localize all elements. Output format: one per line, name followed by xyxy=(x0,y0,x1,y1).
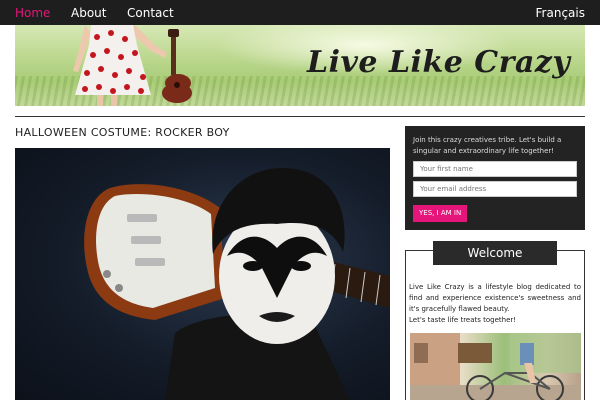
first-name-input[interactable] xyxy=(413,161,577,177)
banner-title: Live Like Crazy xyxy=(307,45,571,80)
welcome-photo-bicycle[interactable] xyxy=(410,333,581,400)
signup-submit-button[interactable]: YES, I AM IN xyxy=(413,205,468,222)
language-switch-link[interactable]: Français xyxy=(536,5,585,21)
nav-about-link[interactable]: About xyxy=(71,5,106,21)
nav-home-link[interactable]: Home xyxy=(15,5,50,21)
top-navigation: Home About Contact Français xyxy=(0,0,600,25)
welcome-title: Welcome xyxy=(433,241,557,265)
header-divider xyxy=(15,116,585,117)
signup-intro-text: Join this crazy creatives tribe. Let's b… xyxy=(413,136,562,155)
newsletter-signup-widget: Join this crazy creatives tribe. Let's b… xyxy=(405,126,585,230)
welcome-description: Live Like Crazy is a lifestyle blog dedi… xyxy=(409,282,581,326)
header-banner[interactable]: Live Like Crazy xyxy=(15,25,585,106)
rocker-boy-illustration xyxy=(84,168,390,400)
email-input[interactable] xyxy=(413,181,577,197)
nav-contact-link[interactable]: Contact xyxy=(127,5,174,21)
post-image-rocker-boy[interactable] xyxy=(15,148,390,400)
welcome-text: Live Like Crazy is a lifestyle blog dedi… xyxy=(409,283,581,313)
bicycle-girl-illustration xyxy=(410,333,581,400)
welcome-tagline: Let's taste life treats together! xyxy=(409,316,517,324)
post-title[interactable]: HALLOWEEN COSTUME: ROCKER BOY xyxy=(15,126,230,139)
